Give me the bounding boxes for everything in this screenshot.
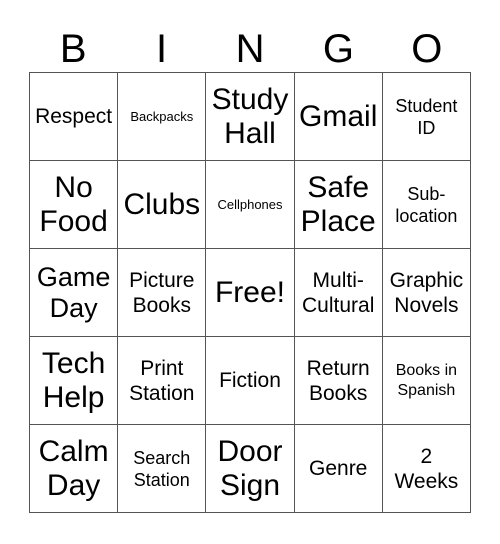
- bingo-header-letter-n: N: [235, 27, 265, 71]
- bingo-cell[interactable]: Gmail: [294, 73, 383, 161]
- bingo-cell-label: 2 Weeks: [394, 444, 459, 493]
- bingo-cell[interactable]: Safe Place: [294, 161, 383, 249]
- bingo-cell[interactable]: Clubs: [118, 161, 207, 249]
- bingo-cell[interactable]: Game Day: [30, 249, 119, 337]
- bingo-cell-label: Print Station: [129, 356, 195, 405]
- bingo-cell-label: Respect: [35, 105, 113, 128]
- bingo-cell-label: Calm Day: [38, 434, 109, 502]
- bingo-header-letter-g: G: [322, 27, 354, 71]
- bingo-cell-label: Game Day: [36, 261, 111, 323]
- bingo-header-letter-i: I: [156, 27, 168, 71]
- bingo-cell[interactable]: Fiction: [206, 337, 295, 425]
- bingo-header-letter-b: B: [59, 27, 87, 71]
- bingo-cell-free-space[interactable]: Free!: [206, 249, 295, 337]
- bingo-cell-label: Tech Help: [41, 346, 106, 414]
- bingo-cell[interactable]: Picture Books: [118, 249, 207, 337]
- bingo-cell-label: Study Hall: [211, 82, 289, 150]
- bingo-cell[interactable]: 2 Weeks: [382, 425, 471, 513]
- bingo-cell-label: Graphic Novels: [389, 268, 464, 317]
- bingo-card: B I N G O Respect Backpacks Study Hall G…: [0, 0, 500, 544]
- bingo-cell-label: Cellphones: [217, 197, 283, 212]
- bingo-cell[interactable]: Backpacks: [118, 73, 207, 161]
- bingo-cell[interactable]: Genre: [294, 425, 383, 513]
- bingo-cell-label: Return Books: [306, 356, 370, 405]
- bingo-cell[interactable]: Calm Day: [30, 425, 119, 513]
- bingo-cell[interactable]: Graphic Novels: [382, 249, 471, 337]
- bingo-cell-label: Books in Spanish: [395, 361, 458, 399]
- bingo-cell-label: Safe Place: [300, 170, 376, 238]
- bingo-cell[interactable]: Tech Help: [30, 337, 119, 425]
- bingo-cell[interactable]: Door Sign: [206, 425, 295, 513]
- bingo-cell[interactable]: No Food: [30, 161, 119, 249]
- bingo-header-row: B I N G O: [29, 16, 471, 72]
- bingo-cell[interactable]: Return Books: [294, 337, 383, 425]
- bingo-cell-label: Backpacks: [130, 109, 194, 124]
- bingo-cell-label: Picture Books: [129, 268, 195, 317]
- bingo-cell[interactable]: Cellphones: [206, 161, 295, 249]
- bingo-cell-label: Free!: [214, 275, 285, 309]
- bingo-cell-label: Student ID: [395, 95, 458, 138]
- bingo-grid: Respect Backpacks Study Hall Gmail Stude…: [29, 72, 471, 513]
- bingo-cell[interactable]: Books in Spanish: [382, 337, 471, 425]
- bingo-cell[interactable]: Sub-location: [382, 161, 471, 249]
- bingo-cell[interactable]: Search Station: [118, 425, 207, 513]
- bingo-cell-label: Genre: [309, 457, 368, 480]
- bingo-cell-label: Clubs: [123, 187, 201, 221]
- bingo-cell[interactable]: Multi-Cultural: [294, 249, 383, 337]
- bingo-cell-label: Search Station: [133, 447, 191, 490]
- bingo-cell[interactable]: Study Hall: [206, 73, 295, 161]
- bingo-cell[interactable]: Print Station: [118, 337, 207, 425]
- bingo-cell-label: Sub-location: [395, 183, 458, 226]
- bingo-cell[interactable]: Student ID: [382, 73, 471, 161]
- bingo-header-letter-o: O: [411, 27, 443, 71]
- bingo-cell-label: Gmail: [299, 99, 378, 133]
- bingo-cell[interactable]: Respect: [30, 73, 119, 161]
- bingo-cell-label: Door Sign: [217, 434, 283, 502]
- bingo-cell-label: Multi-Cultural: [302, 268, 375, 317]
- bingo-cell-label: Fiction: [219, 369, 281, 392]
- bingo-cell-label: No Food: [39, 170, 108, 238]
